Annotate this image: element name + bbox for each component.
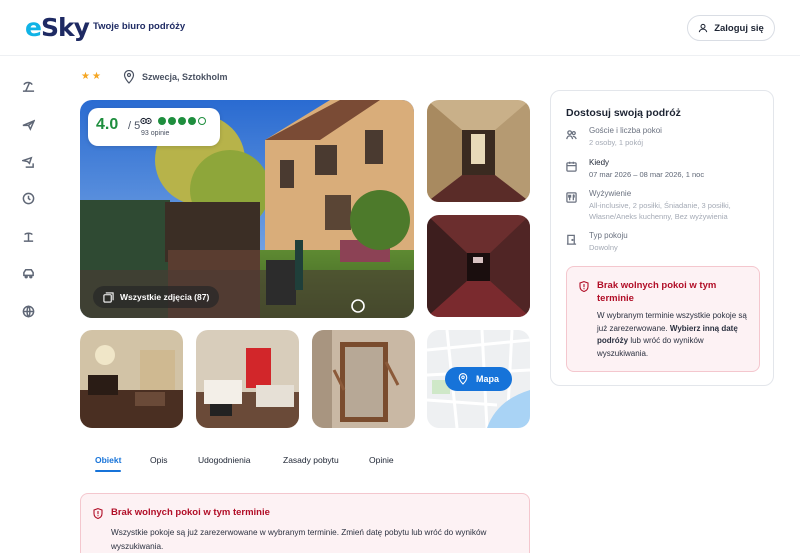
photo-room-2[interactable]	[196, 330, 299, 428]
login-label: Zaloguj się	[714, 22, 764, 34]
shield-alert-icon	[579, 281, 589, 292]
panel-alert-title: Brak wolnych pokoi w tym terminie	[597, 280, 717, 304]
dates-value: 07 mar 2026 – 08 mar 2026, 1 noc	[589, 170, 705, 179]
panel-title: Dostosuj swoją podróż	[566, 107, 681, 119]
alert-body: Wszystkie pokoje są już zarezerwowane w …	[111, 528, 487, 551]
hotel-location: Szwecja, Sztokholm	[142, 72, 228, 82]
login-button[interactable]: Zaloguj się	[687, 15, 775, 41]
hotel-stars: ★★	[81, 71, 103, 82]
map-label: Mapa	[475, 374, 499, 384]
plane-icon[interactable]	[18, 114, 38, 134]
door-icon	[566, 234, 577, 245]
globe-icon[interactable]	[18, 301, 38, 321]
rating-max: / 5	[128, 120, 141, 132]
photo-corridor-1[interactable]	[427, 100, 530, 202]
clock-icon[interactable]	[18, 188, 38, 208]
rating-dots	[158, 117, 206, 125]
all-photos-label: Wszystkie zdjęcia (87)	[120, 292, 210, 302]
board-value: All-inclusive, 2 posiłki, Śniadanie, 3 p…	[589, 201, 731, 221]
all-photos-button[interactable]: Wszystkie zdjęcia (87)	[93, 286, 220, 308]
shield-alert-icon	[93, 508, 103, 519]
rating-dot-empty	[198, 117, 206, 125]
rating-dot-filled	[158, 117, 166, 125]
panel-no-rooms-alert: Brak wolnych pokoi w tym terminie W wybr…	[566, 266, 760, 372]
tagline: Twoje biuro podróży	[93, 21, 186, 32]
guests-icon	[566, 130, 577, 140]
map-button[interactable]: Mapa	[445, 367, 512, 391]
rating-dot-filled	[168, 117, 176, 125]
photo-wardrobe[interactable]	[312, 330, 415, 428]
trip-customize-panel: Dostosuj swoją podróż Goście i liczba po…	[550, 90, 774, 386]
header: eSky Twoje biuro podróży Zaloguj się	[0, 0, 800, 56]
photo-room-1[interactable]	[80, 330, 183, 428]
rating-dot-filled	[188, 117, 196, 125]
esky-logo[interactable]: eSky	[25, 12, 90, 42]
active-tab-indicator	[95, 470, 121, 472]
panel-alert-body: W wybranym terminie wszystkie pokoje są …	[597, 310, 757, 360]
room-type-label: Typ pokoju	[589, 231, 628, 240]
room-type-value: Dowolny	[589, 243, 618, 252]
user-icon	[698, 23, 708, 33]
guests-value: 2 osoby, 1 pokój	[589, 138, 644, 147]
beach-icon[interactable]	[18, 76, 38, 96]
location-pin-icon	[123, 70, 135, 84]
review-count: 93 opinie	[141, 130, 170, 137]
map-pin-icon	[458, 373, 468, 385]
alert-title: Brak wolnych pokoi w tym terminie	[111, 507, 270, 518]
tab-udogodnienia[interactable]: Udogodnienia	[198, 455, 250, 465]
plane-hotel-icon[interactable]	[18, 151, 38, 171]
tab-opinie[interactable]: Opinie	[369, 455, 394, 465]
logo-text: eSky	[25, 12, 90, 42]
dates-label: Kiedy	[589, 158, 610, 167]
tab-opis[interactable]: Opis	[150, 455, 167, 465]
rating-dot-filled	[178, 117, 186, 125]
board-label: Wyżywienie	[589, 189, 632, 198]
meal-icon	[566, 192, 577, 203]
tab-obiekt[interactable]: Obiekt	[95, 455, 121, 465]
guests-label: Goście i liczba pokoi	[589, 126, 662, 135]
island-icon[interactable]	[18, 226, 38, 246]
tripadvisor-icon	[140, 117, 152, 125]
no-rooms-alert: Brak wolnych pokoi w tym terminie Wszyst…	[80, 493, 530, 553]
gallery-icon	[103, 291, 114, 303]
tab-zasady-pobytu[interactable]: Zasady pobytu	[283, 455, 339, 465]
car-icon[interactable]	[18, 263, 38, 283]
photo-corridor-2[interactable]	[427, 215, 530, 317]
rating-badge[interactable]: 4.0 / 5 93 opinie	[88, 108, 220, 146]
rating-score: 4.0	[96, 116, 119, 133]
calendar-icon	[566, 161, 577, 172]
